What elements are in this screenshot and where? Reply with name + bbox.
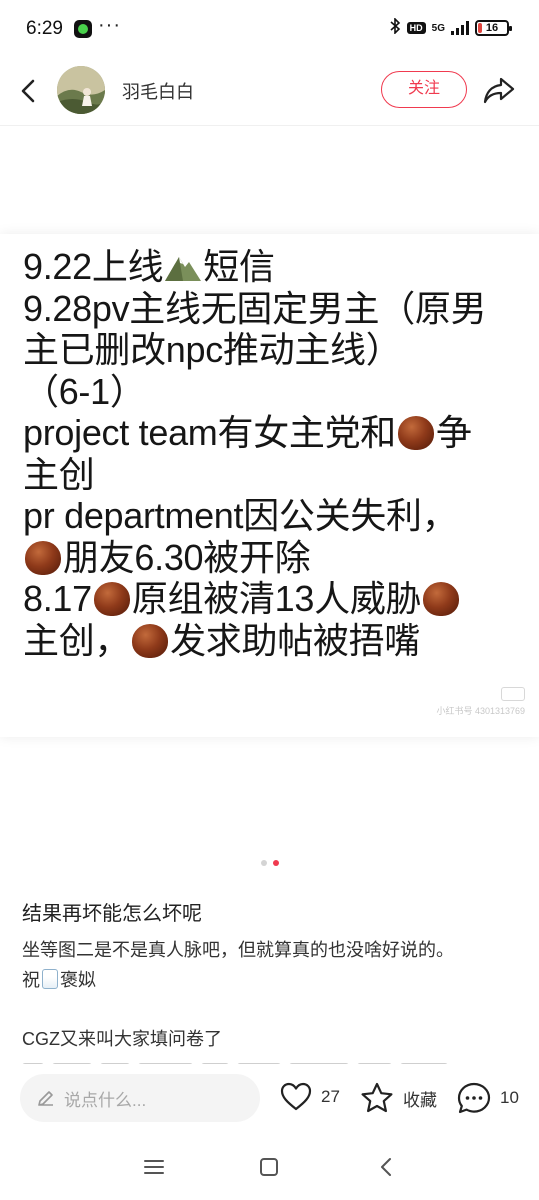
image-text-segment: 发求助帖被捂嘴 (170, 619, 421, 661)
chestnut-icon (132, 623, 169, 658)
comment-placeholder: 说点什么... (64, 1090, 147, 1110)
image-text: 9.22上线 短信 9.28pv主线无固定男主（原男 主已删改npc推动主线） （6-1… (23, 246, 539, 661)
pencil-icon (38, 1091, 53, 1106)
like-count: 27 (321, 1087, 340, 1106)
status-indicators: HD 5G 16 (390, 17, 512, 38)
post-header: 羽毛白白 关注 (0, 58, 539, 126)
image-text-segment: project team有女主党和 (23, 412, 396, 453)
image-text-line: 9.28pv主线无固定男主（原男 (23, 288, 539, 330)
post-title: 结果再坏能怎么坏呢 (22, 903, 202, 925)
image-text-segment: 短信 (203, 246, 275, 287)
image-text-segment: 主创， (23, 619, 131, 661)
carousel-dot (272, 860, 279, 866)
chestnut-icon (398, 416, 434, 450)
status-time: 6:29 (26, 18, 63, 39)
share-icon (483, 77, 515, 104)
image-text-segment: pr department因公关失利， (23, 495, 458, 536)
image-text-line: 朋友6.30被开除 (23, 537, 539, 579)
app-notification-icon (74, 20, 92, 38)
post-body-text: 祝 (22, 970, 40, 990)
chestnut-icon (93, 582, 130, 616)
image-text-line: project team有女主党和争 (23, 412, 539, 454)
like-button[interactable]: 27 (279, 1081, 340, 1113)
back-icon (381, 1158, 391, 1176)
author-avatar[interactable] (57, 66, 105, 114)
image-text-segment: 9.28pv主线无固定男主（原男 (23, 287, 487, 329)
post-body: 坐等图二是不是真人脉吧，但就算真的也没啥好说的。 祝褒姒 (22, 935, 522, 995)
image-text-line: （6-1） (23, 371, 539, 413)
back-button[interactable] (14, 76, 44, 106)
home-icon (260, 1158, 278, 1176)
menu-icon (144, 1160, 164, 1174)
chestnut-icon (423, 582, 460, 616)
image-carousel[interactable]: 9.22上线 短信 9.28pv主线无固定男主（原男 主已删改npc推动主线） （6-1… (0, 127, 539, 847)
share-button[interactable] (482, 74, 516, 106)
comment-count: 10 (500, 1088, 519, 1107)
post-image[interactable]: 9.22上线 短信 9.28pv主线无固定男主（原男 主已删改npc推动主线） （6-1… (0, 234, 539, 737)
hd-badge: HD (406, 22, 426, 34)
network-type: 5G (431, 22, 445, 34)
post-body-line: 坐等图二是不是真人脉吧，但就算真的也没啥好说的。 (22, 940, 454, 960)
image-text-segment: 主已删改npc推动主线） (23, 329, 402, 370)
signal-icon (451, 21, 469, 35)
collect-button[interactable]: 收藏 (359, 1081, 437, 1115)
bluetooth-icon (390, 17, 401, 38)
follow-button[interactable]: 关注 (381, 71, 467, 108)
battery-level: 16 (485, 22, 499, 34)
back-icon (21, 79, 35, 103)
post-body-line: 祝褒姒 (22, 965, 522, 995)
battery-fill (478, 23, 483, 33)
image-text-segment: 朋友6.30被开除 (63, 536, 311, 578)
bottom-action-bar: 说点什么... 27 收藏 10 (0, 1064, 539, 1134)
chestnut-icon (25, 540, 61, 575)
image-text-line: 8.17 原组被清13人威胁 (23, 578, 539, 620)
system-back-button[interactable] (374, 1154, 400, 1180)
post-body-line: CGZ又来叫大家填问卷了 (22, 1029, 222, 1049)
carousel-dot (260, 860, 267, 866)
carousel-indicator (0, 860, 539, 868)
image-text-segment: 9.22上线 (23, 246, 164, 287)
status-bar: 6:29 ··· HD 5G 16 (0, 0, 539, 58)
author-name[interactable]: 羽毛白白 (122, 78, 194, 104)
truncated-text (22, 1056, 517, 1064)
tissue-emoji-icon (42, 969, 58, 989)
comment-bubble-icon (457, 1082, 491, 1114)
image-text-segment: （6-1） (23, 370, 146, 412)
image-text-segment: 主创 (23, 453, 95, 495)
system-navigation-bar (0, 1134, 539, 1200)
heart-icon (280, 1082, 312, 1111)
image-text-line: 主创， 发求助帖被捂嘴 (23, 620, 539, 662)
avatar-image (57, 66, 105, 114)
post-body-text: 褒姒 (60, 970, 96, 990)
comment-button[interactable]: 10 (456, 1081, 519, 1115)
more-notifications-icon: ··· (98, 14, 121, 36)
collect-label: 收藏 (403, 1090, 437, 1110)
image-text-line: 9.22上线 短信 (23, 246, 539, 288)
comment-input[interactable]: 说点什么... (20, 1074, 260, 1122)
battery-icon: 16 (475, 20, 512, 36)
image-text-segment: 8.17 (23, 578, 92, 619)
star-icon (361, 1082, 393, 1113)
image-text-line: 主已删改npc推动主线） (23, 329, 539, 371)
image-text-segment: 争 (436, 412, 472, 453)
home-button[interactable] (256, 1154, 282, 1180)
image-watermark: 小红书号 4301313769 (436, 687, 525, 717)
image-text-line: pr department因公关失利， (23, 495, 539, 537)
mountain-icon (163, 250, 203, 282)
image-text-line: 主创 (23, 454, 539, 496)
image-text-segment: 原组被清13人威胁 (131, 578, 422, 619)
menu-button[interactable] (141, 1154, 167, 1180)
